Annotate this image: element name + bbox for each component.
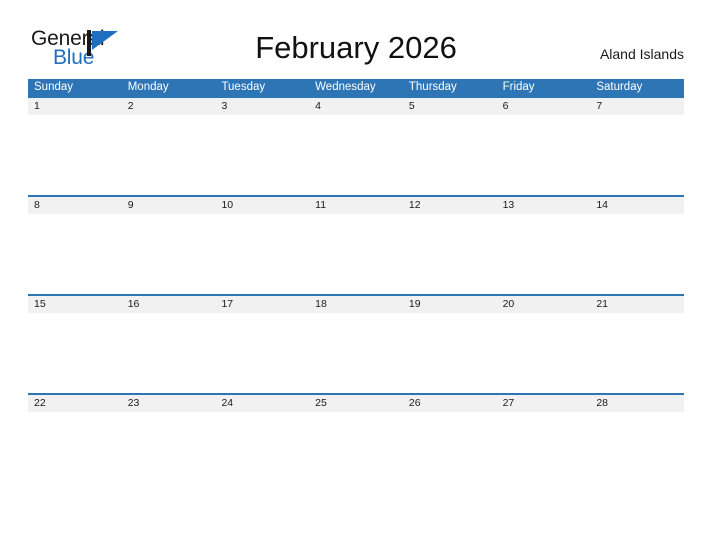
weekday-header-sunday: Sunday (34, 81, 74, 93)
calendar-week-row: 8 9 10 11 12 13 14 (28, 195, 685, 296)
day-number[interactable]: 12 (403, 197, 497, 214)
day-number[interactable]: 17 (215, 296, 309, 313)
day-note-cell[interactable] (402, 115, 497, 197)
day-note-cell[interactable] (309, 412, 403, 494)
day-number[interactable]: 26 (403, 395, 497, 412)
day-note-cell[interactable] (121, 313, 216, 395)
day-note-cell[interactable] (590, 313, 685, 395)
day-note-cell[interactable] (121, 115, 216, 197)
day-number[interactable]: 28 (590, 395, 684, 412)
day-note-cell[interactable] (309, 115, 403, 197)
day-number[interactable]: 14 (590, 197, 684, 214)
day-note-cell[interactable] (496, 115, 591, 197)
week-date-strip: 8 9 10 11 12 13 14 (28, 197, 684, 214)
day-note-cell[interactable] (28, 214, 122, 296)
day-note-cell[interactable] (121, 214, 216, 296)
weekday-header-friday: Friday (502, 81, 535, 93)
day-number[interactable]: 1 (28, 98, 122, 115)
week-note-area (28, 313, 685, 395)
week-note-area (28, 115, 685, 197)
day-note-cell[interactable] (402, 214, 497, 296)
day-number[interactable]: 18 (309, 296, 403, 313)
week-date-strip: 1 2 3 4 5 6 7 (28, 98, 684, 115)
day-number[interactable]: 6 (497, 98, 591, 115)
weekday-header-thursday: Thursday (408, 81, 457, 93)
day-number[interactable]: 20 (497, 296, 591, 313)
day-note-cell[interactable] (496, 412, 591, 494)
day-note-cell[interactable] (402, 313, 497, 395)
weekday-header-tuesday: Tuesday (221, 81, 266, 93)
day-note-cell[interactable] (590, 412, 685, 494)
day-note-cell[interactable] (215, 412, 310, 494)
day-note-cell[interactable] (215, 115, 310, 197)
week-date-strip: 22 23 24 25 26 27 28 (28, 395, 684, 412)
day-note-cell[interactable] (402, 412, 497, 494)
day-note-cell[interactable] (28, 313, 122, 395)
day-number[interactable]: 9 (122, 197, 216, 214)
day-note-cell[interactable] (215, 214, 310, 296)
day-note-cell[interactable] (28, 115, 122, 197)
day-number[interactable]: 24 (215, 395, 309, 412)
region-label: Aland Islands (599, 46, 684, 62)
page-header: General Blue February 2026 Aland Islands (0, 0, 712, 79)
day-note-cell[interactable] (590, 115, 685, 197)
day-number[interactable]: 11 (309, 197, 403, 214)
day-number[interactable]: 4 (309, 98, 403, 115)
day-number[interactable]: 21 (590, 296, 684, 313)
day-note-cell[interactable] (309, 214, 403, 296)
day-note-cell[interactable] (496, 313, 591, 395)
day-number[interactable]: 5 (403, 98, 497, 115)
day-number[interactable]: 23 (122, 395, 216, 412)
day-note-cell[interactable] (28, 412, 122, 494)
calendar-week-row: 15 16 17 18 19 20 21 (28, 294, 685, 395)
day-number[interactable]: 3 (215, 98, 309, 115)
calendar-week-row: 1 2 3 4 5 6 7 (28, 96, 685, 197)
weekday-header-wednesday: Wednesday (315, 81, 376, 93)
week-date-strip: 15 16 17 18 19 20 21 (28, 296, 684, 313)
weekday-header-row: Sunday Monday Tuesday Wednesday Thursday… (28, 79, 684, 96)
day-number[interactable]: 22 (28, 395, 122, 412)
week-note-area (28, 214, 685, 296)
day-number[interactable]: 10 (215, 197, 309, 214)
weekday-header-monday: Monday (127, 81, 169, 93)
day-number[interactable]: 27 (497, 395, 591, 412)
day-number[interactable]: 19 (403, 296, 497, 313)
weekday-header-saturday: Saturday (596, 81, 643, 93)
week-note-area (28, 412, 685, 494)
day-number[interactable]: 15 (28, 296, 122, 313)
day-note-cell[interactable] (590, 214, 685, 296)
day-number[interactable]: 2 (122, 98, 216, 115)
day-note-cell[interactable] (496, 214, 591, 296)
day-number[interactable]: 7 (590, 98, 684, 115)
calendar-grid: Sunday Monday Tuesday Wednesday Thursday… (28, 79, 685, 494)
day-note-cell[interactable] (121, 412, 216, 494)
day-note-cell[interactable] (309, 313, 403, 395)
day-note-cell[interactable] (215, 313, 310, 395)
day-number[interactable]: 8 (28, 197, 122, 214)
calendar-week-row: 22 23 24 25 26 27 28 (28, 393, 685, 494)
day-number[interactable]: 25 (309, 395, 403, 412)
day-number[interactable]: 13 (497, 197, 591, 214)
day-number[interactable]: 16 (122, 296, 216, 313)
